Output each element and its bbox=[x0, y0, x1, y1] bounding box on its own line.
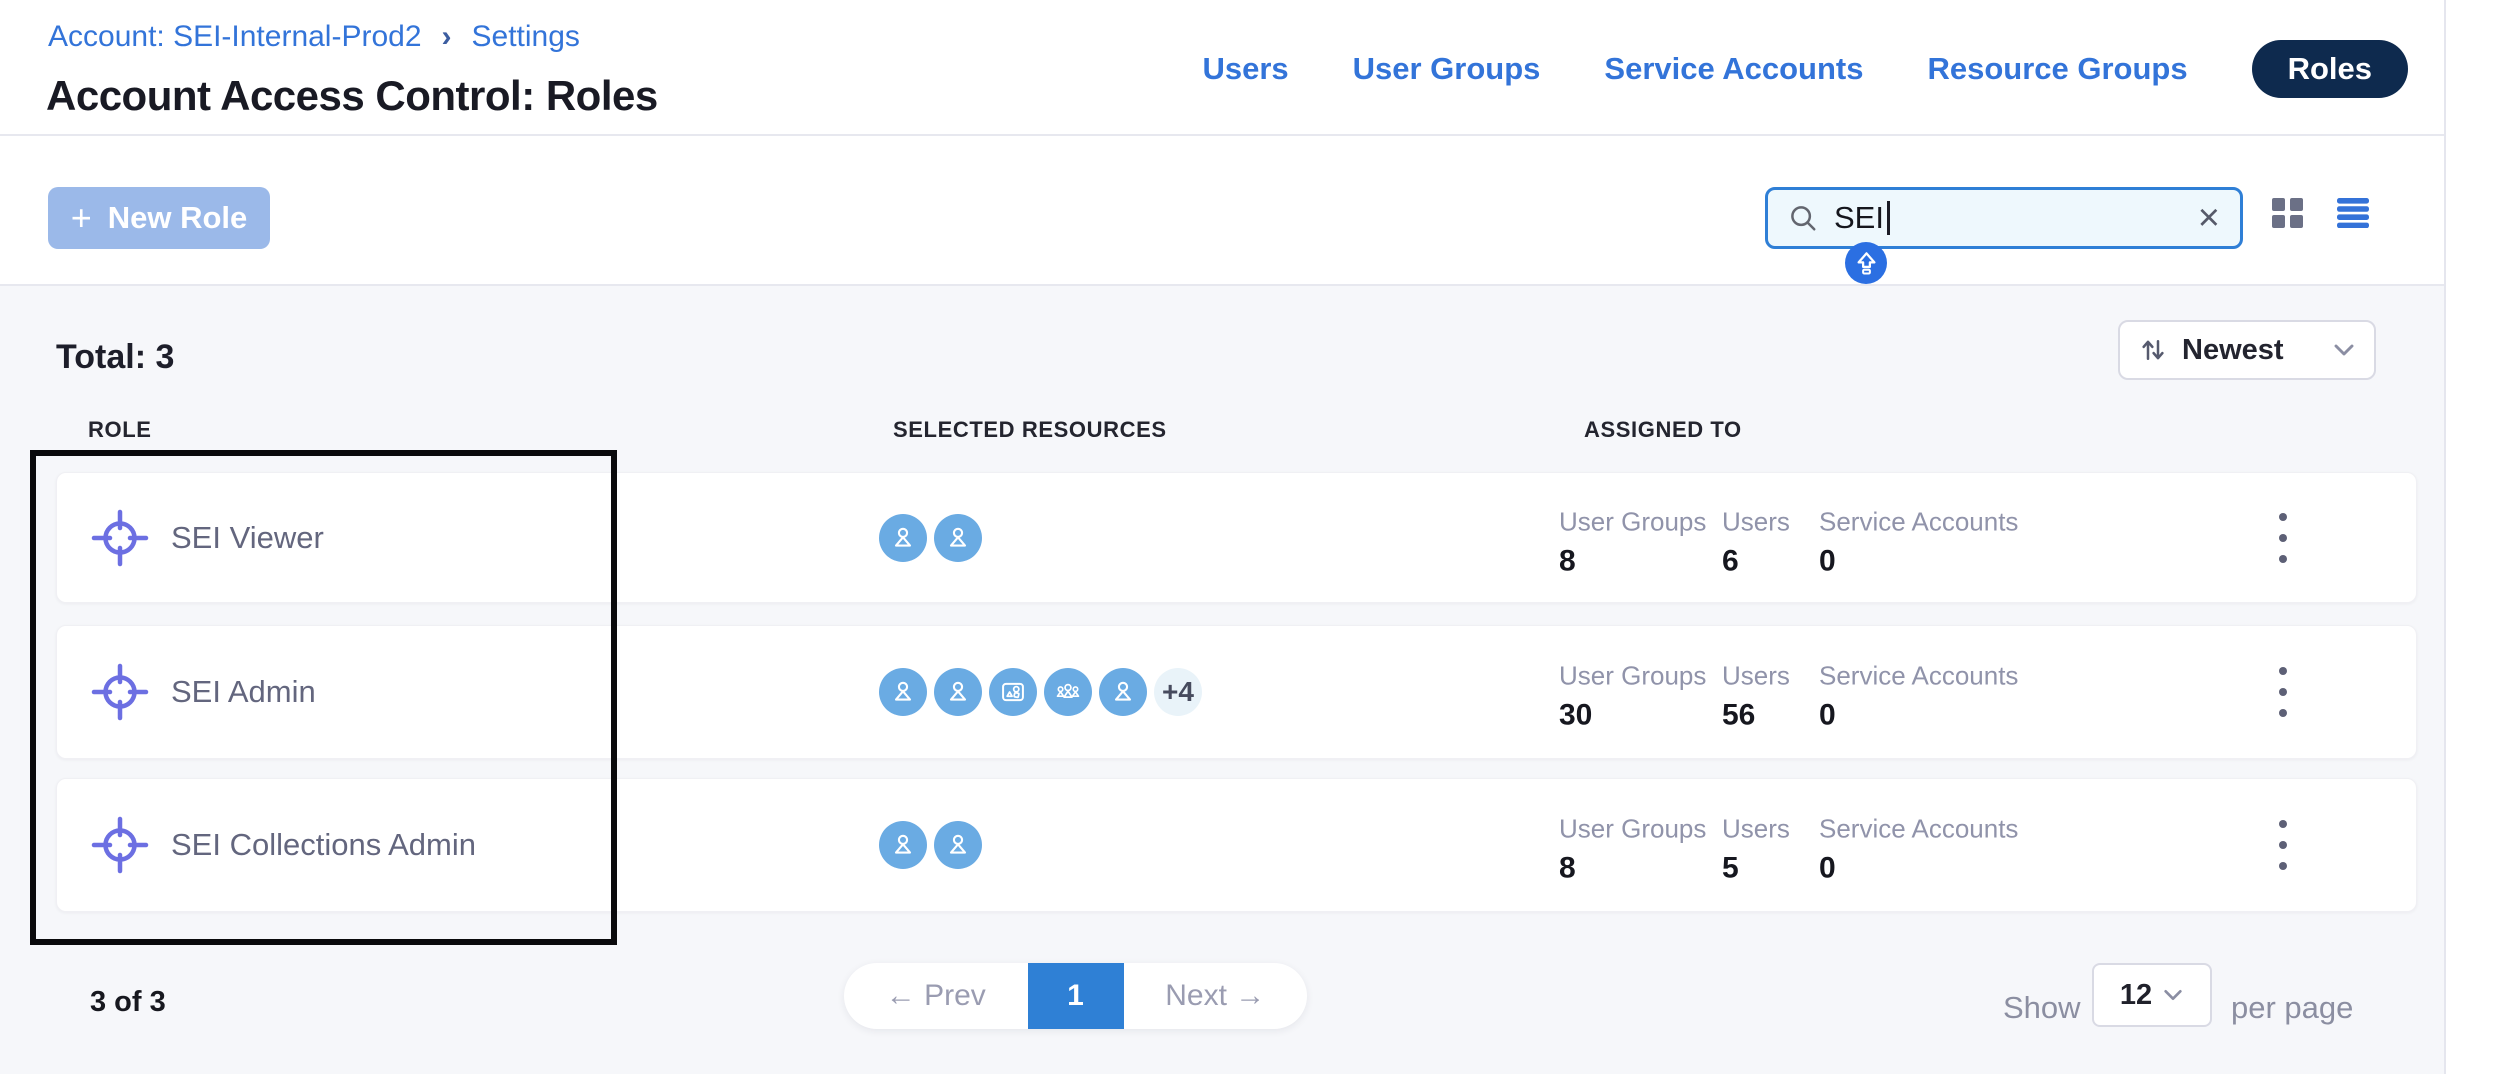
collection-icon bbox=[989, 668, 1037, 716]
per-page-label: per page bbox=[2231, 990, 2353, 1026]
assigned-user-groups: User Groups 8 bbox=[1559, 506, 1706, 578]
assigned-users: Users 6 bbox=[1722, 506, 1790, 578]
access-control-nav: Users User Groups Service Accounts Resou… bbox=[1202, 40, 2408, 98]
app-container: Account: SEI-Internal-Prod2 › Settings A… bbox=[0, 0, 2446, 1074]
assigned-service-accounts: Service Accounts 0 bbox=[1819, 506, 2018, 578]
assigned-users: Users 56 bbox=[1722, 660, 1790, 732]
role-target-icon bbox=[91, 509, 149, 567]
assigned-users: Users 5 bbox=[1722, 813, 1790, 885]
page-header: Account: SEI-Internal-Prod2 › Settings A… bbox=[0, 0, 2444, 136]
kebab-menu-icon[interactable] bbox=[2263, 814, 2303, 876]
role-row-sei-collections-admin[interactable]: SEI Collections Admin User Groups 8 User… bbox=[56, 778, 2417, 912]
resource-chip-group bbox=[879, 821, 982, 869]
assigned-user-groups: User Groups 8 bbox=[1559, 813, 1706, 885]
assigned-service-accounts: Service Accounts 0 bbox=[1819, 813, 2018, 885]
breadcrumb-settings-link[interactable]: Settings bbox=[472, 20, 580, 54]
nav-tab-resource-groups[interactable]: Resource Groups bbox=[1927, 51, 2187, 87]
plus-icon: + bbox=[71, 200, 92, 236]
user-avatar-icon bbox=[879, 668, 927, 716]
sort-arrows-icon bbox=[2138, 335, 2168, 365]
nav-tab-roles-active[interactable]: Roles bbox=[2252, 40, 2408, 98]
shift-key-icon bbox=[1845, 242, 1887, 284]
search-input[interactable]: SEI × bbox=[1765, 187, 2243, 249]
page-size-select[interactable]: 12 bbox=[2092, 963, 2212, 1027]
search-icon bbox=[1788, 203, 1818, 233]
resource-overflow-badge: +4 bbox=[1154, 668, 1202, 716]
nav-tab-users[interactable]: Users bbox=[1202, 51, 1288, 87]
next-page-button[interactable]: Next → bbox=[1124, 963, 1308, 1029]
show-label: Show bbox=[2003, 990, 2081, 1026]
role-name: SEI Viewer bbox=[171, 520, 324, 556]
assigned-user-groups: User Groups 30 bbox=[1559, 660, 1706, 732]
column-header-resources: SELECTED RESOURCES bbox=[893, 417, 1167, 443]
role-row-sei-admin[interactable]: SEI Admin bbox=[56, 625, 2417, 759]
kebab-menu-icon[interactable] bbox=[2263, 507, 2303, 569]
chevron-down-icon bbox=[2162, 984, 2184, 1006]
total-count: Total: 3 bbox=[56, 338, 174, 377]
user-avatar-icon bbox=[934, 821, 982, 869]
new-role-button-label: New Role bbox=[108, 200, 248, 236]
toolbar: + New Role SEI × bbox=[0, 136, 2444, 286]
role-target-icon bbox=[91, 816, 149, 874]
kebab-menu-icon[interactable] bbox=[2263, 661, 2303, 723]
pagination-control: ← Prev 1 Next → bbox=[844, 963, 1307, 1029]
column-header-assigned: ASSIGNED TO bbox=[1584, 417, 1742, 443]
chevron-down-icon bbox=[2332, 338, 2356, 362]
user-avatar-icon bbox=[934, 668, 982, 716]
page-size-value: 12 bbox=[2120, 979, 2152, 1012]
role-name: SEI Admin bbox=[171, 674, 316, 710]
assigned-service-accounts: Service Accounts 0 bbox=[1819, 660, 2018, 732]
page-count-label: 3 of 3 bbox=[90, 986, 166, 1019]
sort-selected-value: Newest bbox=[2182, 334, 2284, 367]
current-page-button[interactable]: 1 bbox=[1028, 963, 1124, 1029]
resource-chip-group bbox=[879, 514, 982, 562]
user-group-icon bbox=[1044, 668, 1092, 716]
role-row-sei-viewer[interactable]: SEI Viewer User Groups 8 Users 6 Service… bbox=[56, 472, 2417, 603]
column-header-role: ROLE bbox=[88, 417, 152, 443]
prev-page-button[interactable]: ← Prev bbox=[844, 963, 1028, 1029]
user-avatar-icon bbox=[879, 821, 927, 869]
breadcrumb-account-link[interactable]: Account: SEI-Internal-Prod2 bbox=[48, 20, 422, 54]
search-value: SEI bbox=[1834, 200, 1884, 236]
roles-list-section: Total: 3 Newest ROLE SELECTED RESOURCES … bbox=[0, 286, 2444, 1074]
text-caret bbox=[1887, 201, 1890, 235]
sort-dropdown[interactable]: Newest bbox=[2118, 320, 2376, 380]
nav-tab-service-accounts[interactable]: Service Accounts bbox=[1604, 51, 1863, 87]
user-avatar-icon bbox=[879, 514, 927, 562]
new-role-button[interactable]: + New Role bbox=[48, 187, 270, 249]
user-avatar-icon bbox=[934, 514, 982, 562]
page-title: Account Access Control: Roles bbox=[46, 72, 658, 120]
grid-view-icon[interactable] bbox=[2272, 198, 2303, 233]
role-name: SEI Collections Admin bbox=[171, 827, 476, 863]
role-target-icon bbox=[91, 663, 149, 721]
resource-chip-group: +4 bbox=[879, 668, 1202, 716]
breadcrumb-chevron-icon: › bbox=[442, 20, 452, 54]
nav-tab-user-groups[interactable]: User Groups bbox=[1353, 51, 1541, 87]
breadcrumb: Account: SEI-Internal-Prod2 › Settings bbox=[48, 20, 580, 54]
user-avatar-icon bbox=[1099, 668, 1147, 716]
list-view-icon[interactable] bbox=[2337, 198, 2369, 233]
clear-search-icon[interactable]: × bbox=[2198, 199, 2220, 237]
